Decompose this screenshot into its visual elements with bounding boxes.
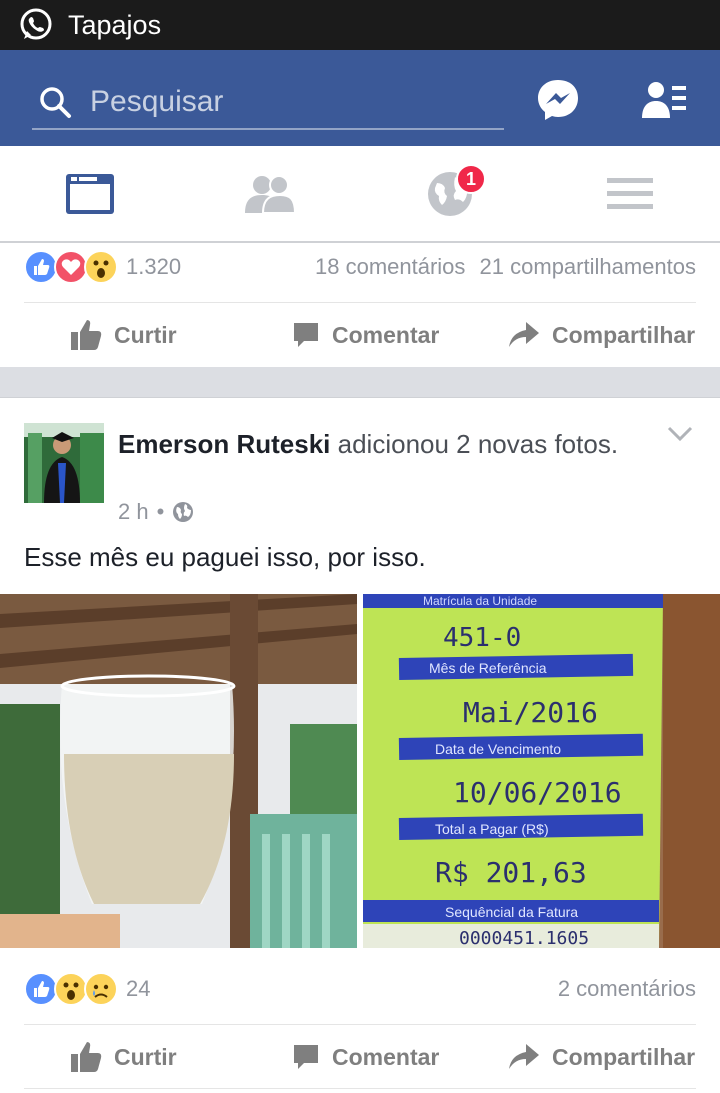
- reaction-count: 24: [126, 976, 151, 1001]
- top-header: [0, 50, 720, 146]
- tab-friends[interactable]: [240, 170, 300, 218]
- share-arrow-icon: [509, 1044, 539, 1069]
- reaction-count: 1.320: [126, 254, 182, 279]
- post-photo-water-bill[interactable]: Matrícula da Unidade 451-0 Mês de Referê…: [363, 594, 720, 948]
- meta-separator: •: [156, 499, 165, 524]
- svg-text:451-0: 451-0: [443, 623, 521, 653]
- shares-count[interactable]: 21 compartilhamentos: [480, 254, 696, 279]
- comment-icon: [294, 1045, 318, 1069]
- svg-text:10/06/2016: 10/06/2016: [453, 776, 622, 809]
- author-name[interactable]: Emerson Ruteski: [118, 429, 330, 459]
- search-bar[interactable]: [32, 76, 504, 130]
- author-avatar[interactable]: [24, 423, 104, 503]
- friend-requests-icon[interactable]: [642, 80, 688, 120]
- post2-actions: Curtir Comentar Compartilhar: [0, 1025, 720, 1089]
- comment-button[interactable]: Comentar: [292, 303, 439, 367]
- friends-icon: [245, 175, 295, 213]
- share-button[interactable]: Compartilhar: [508, 303, 695, 367]
- svg-text:Sequêncial da Fatura: Sequêncial da Fatura: [445, 904, 578, 920]
- tab-menu[interactable]: [600, 170, 660, 218]
- divider: [24, 1088, 696, 1089]
- post1-reactions-row[interactable]: 1.320 18 comentários 21 compartilhamento…: [24, 245, 696, 289]
- post-action-text: adicionou 2 novas fotos.: [330, 429, 619, 459]
- comment-button[interactable]: Comentar: [292, 1025, 439, 1089]
- like-button[interactable]: Curtir: [70, 303, 177, 367]
- post-text: Esse mês eu paguei isso, por isso.: [24, 542, 426, 572]
- post1-stats[interactable]: 18 comentários 21 compartilhamentos: [315, 254, 696, 280]
- menu-icon: [607, 178, 653, 209]
- svg-text:0000451.1605: 0000451.1605: [459, 928, 589, 948]
- messenger-icon[interactable]: [536, 78, 580, 122]
- like-reaction-icon: [24, 972, 58, 1006]
- love-reaction-icon: [54, 250, 88, 284]
- svg-text:Mai/2016: Mai/2016: [463, 696, 598, 729]
- post1-actions: Curtir Comentar Compartilhar: [0, 303, 720, 367]
- like-button[interactable]: Curtir: [70, 1025, 177, 1089]
- reaction-icons: [24, 250, 118, 284]
- thumbs-up-icon: [71, 1042, 102, 1072]
- reaction-icons: [24, 972, 118, 1006]
- public-globe-icon: [173, 502, 194, 522]
- search-input[interactable]: [90, 85, 470, 119]
- notification-badge: 1: [456, 164, 486, 194]
- share-button[interactable]: Compartilhar: [508, 1025, 695, 1089]
- post2-stats[interactable]: 2 comentários: [558, 976, 696, 1002]
- sad-reaction-icon: [84, 972, 118, 1006]
- svg-text:Mês de Referência: Mês de Referência: [429, 660, 547, 676]
- thumbs-up-icon: [71, 320, 102, 350]
- comments-count[interactable]: 2 comentários: [558, 976, 696, 1001]
- like-reaction-icon: [24, 250, 58, 284]
- svg-text:R$ 201,63: R$ 201,63: [435, 856, 587, 889]
- share-arrow-icon: [509, 322, 539, 347]
- post-photo-water-glass[interactable]: [0, 594, 357, 948]
- status-bar: Tapajos: [0, 0, 720, 50]
- post2-reactions-row[interactable]: 24 2 comentários: [24, 967, 696, 1011]
- chat-title: Tapajos: [68, 9, 162, 40]
- svg-text:Data de Vencimento: Data de Vencimento: [435, 741, 561, 757]
- svg-text:Total a Pagar (R$): Total a Pagar (R$): [435, 821, 549, 837]
- news-feed-icon: [66, 174, 114, 214]
- post-time[interactable]: 2 h: [118, 499, 149, 525]
- chevron-down-icon[interactable]: [666, 424, 694, 444]
- feed-separator: [0, 367, 720, 398]
- wow-reaction-icon: [54, 972, 88, 1006]
- comments-count[interactable]: 18 comentários: [315, 254, 465, 279]
- svg-text:Matrícula da Unidade: Matrícula da Unidade: [423, 594, 537, 608]
- comment-icon: [294, 323, 318, 347]
- post-header: Emerson Ruteski adicionou 2 novas fotos.: [118, 426, 648, 462]
- post-meta: 2 h •: [118, 499, 194, 525]
- whatsapp-icon: [20, 8, 52, 40]
- tab-bar: [0, 146, 720, 243]
- search-icon[interactable]: [38, 85, 72, 119]
- tab-news-feed[interactable]: [60, 170, 120, 218]
- wow-reaction-icon: [84, 250, 118, 284]
